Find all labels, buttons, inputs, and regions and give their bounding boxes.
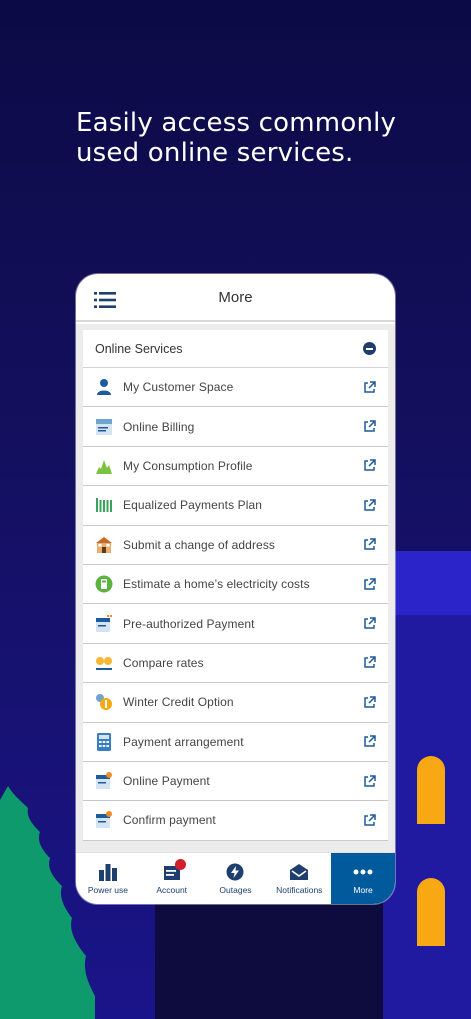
list-item-winter-credit-option[interactable]: Winter Credit Option — [83, 683, 388, 723]
section-header[interactable]: Online Services — [83, 330, 388, 368]
headline: Easily access commonly used online servi… — [76, 108, 397, 168]
list-item-label: Equalized Payments Plan — [123, 498, 263, 513]
list-item-label: Winter Credit Option — [123, 695, 234, 710]
external-link-icon — [364, 735, 376, 747]
estimate-icon — [95, 575, 113, 593]
person-icon — [95, 378, 113, 396]
external-link-icon — [364, 656, 376, 669]
phone-frame: More Online Services My Customer Space O… — [76, 274, 395, 904]
notification-badge — [174, 859, 186, 870]
list-item-confirm-payment[interactable]: Confirm payment — [83, 801, 388, 841]
online-payment-icon — [95, 772, 113, 790]
services-list-area: Online Services My Customer Space Online… — [76, 324, 395, 852]
house-icon — [95, 536, 113, 554]
bill-icon — [95, 418, 113, 436]
list-item-compare-rates[interactable]: Compare rates — [83, 643, 388, 684]
list-item-label: Pre-authorized Payment — [123, 616, 255, 631]
external-link-icon — [364, 499, 376, 511]
tab-notifications[interactable]: Notifications — [267, 853, 331, 904]
tab-more[interactable]: More — [331, 853, 395, 904]
list-item-online-payment[interactable]: Online Payment — [83, 761, 388, 802]
envelope-icon — [290, 863, 309, 880]
bar-chart-icon — [98, 863, 117, 881]
list-item-label: My Customer Space — [123, 380, 234, 395]
external-link-icon — [364, 696, 376, 708]
bottom-tab-bar: Power use Account Outages Notifications … — [76, 852, 395, 904]
tab-label: Account — [156, 884, 188, 895]
equalized-plan-icon — [95, 496, 113, 514]
external-link-icon — [364, 617, 376, 629]
list-item-equalized-payments-plan[interactable]: Equalized Payments Plan — [83, 486, 388, 526]
page-title: More — [218, 288, 253, 306]
list-item-label: Online Billing — [123, 419, 195, 434]
external-link-icon — [364, 577, 376, 590]
hamburger-menu-icon[interactable] — [94, 292, 116, 308]
list-item-label: Submit a change of address — [123, 537, 276, 552]
tab-label: Notifications — [276, 884, 323, 895]
external-link-icon — [364, 459, 376, 472]
list-item-label: My Consumption Profile — [123, 458, 253, 473]
list-item-online-billing[interactable]: Online Billing — [83, 407, 388, 447]
list-item-preauthorized-payment[interactable]: Pre-authorized Payment — [83, 604, 388, 644]
list-item-my-consumption-profile[interactable]: My Consumption Profile — [83, 446, 388, 487]
building-window — [417, 756, 445, 824]
calculator-icon — [95, 732, 113, 751]
external-link-icon — [364, 420, 376, 432]
outage-bolt-icon — [226, 863, 244, 880]
tab-label: Power use — [87, 884, 128, 895]
more-dots-icon — [353, 869, 373, 874]
list-item-label: Confirm payment — [123, 813, 216, 828]
list-item-label: Estimate a home’s electricity costs — [123, 577, 310, 592]
consumption-chart-icon — [95, 457, 113, 475]
compare-rates-icon — [95, 654, 113, 672]
external-link-icon — [364, 380, 376, 393]
building-window — [417, 878, 445, 946]
list-item-estimate-electricity-costs[interactable]: Estimate a home’s electricity costs — [83, 564, 388, 605]
section-title: Online Services — [95, 341, 183, 356]
collapse-icon[interactable] — [363, 342, 376, 355]
confirm-payment-icon — [95, 811, 113, 829]
list-item-label: Compare rates — [123, 655, 204, 670]
list-item-payment-arrangement[interactable]: Payment arrangement — [83, 722, 388, 762]
tab-account[interactable]: Account — [140, 853, 204, 904]
winter-credit-icon — [95, 693, 113, 711]
app-bar: More — [76, 274, 395, 322]
tab-label: More — [353, 884, 373, 895]
tab-label: Outages — [219, 884, 252, 895]
list-item-label: Online Payment — [123, 774, 210, 789]
preauthorized-payment-icon — [95, 614, 113, 633]
list-item-label: Payment arrangement — [123, 734, 244, 749]
external-link-icon — [364, 814, 376, 826]
online-services-card: Online Services My Customer Space Online… — [83, 330, 388, 841]
list-item-my-customer-space[interactable]: My Customer Space — [83, 368, 388, 408]
background-building-roof — [383, 551, 471, 615]
list-item-change-of-address[interactable]: Submit a change of address — [83, 525, 388, 565]
tab-outages[interactable]: Outages — [204, 853, 268, 904]
external-link-icon — [364, 538, 376, 550]
external-link-icon — [364, 774, 376, 787]
tab-power-use[interactable]: Power use — [76, 853, 140, 904]
